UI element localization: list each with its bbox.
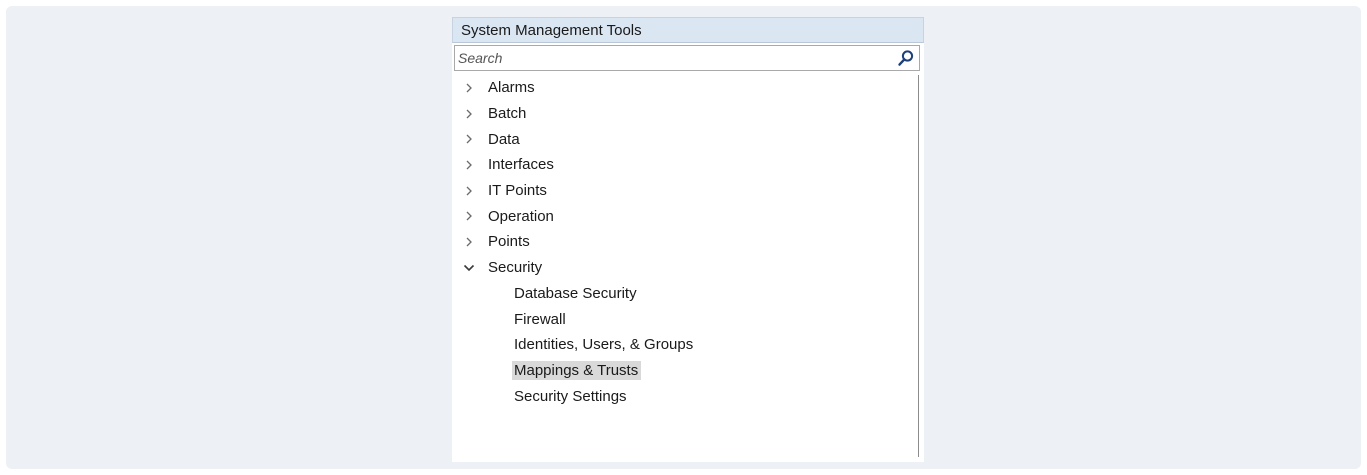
tree-item-label: Operation [488, 207, 554, 225]
tree-item-interfaces[interactable]: Interfaces [452, 152, 918, 178]
system-management-tools-panel: System Management Tools Alarms Batch Dat… [452, 17, 924, 462]
tree-item-label: IT Points [488, 182, 547, 200]
tree-item-mappings-trusts[interactable]: Mappings & Trusts [452, 358, 918, 384]
tree-child-label: Identities, Users, & Groups [514, 336, 694, 354]
tree-item-label: Alarms [488, 79, 535, 97]
chevron-right-icon[interactable] [462, 209, 476, 223]
tree-child-label: Mappings & Trusts [512, 360, 642, 380]
search-icon[interactable] [897, 49, 915, 67]
tree-item-label: Data [488, 130, 520, 148]
chevron-right-icon[interactable] [462, 107, 476, 121]
panel-header: System Management Tools [452, 17, 924, 43]
chevron-right-icon[interactable] [462, 158, 476, 172]
tree-child-label: Database Security [514, 284, 637, 302]
tree-item-operation[interactable]: Operation [452, 203, 918, 229]
search-box [454, 45, 920, 71]
tree-item-identities-users-groups[interactable]: Identities, Users, & Groups [452, 332, 918, 358]
chevron-right-icon[interactable] [462, 81, 476, 95]
tool-tree: Alarms Batch Data Interfaces IT Points O… [452, 75, 919, 457]
tree-child-label: Security Settings [514, 387, 627, 405]
tree-item-security[interactable]: Security [452, 255, 918, 281]
tree-item-firewall[interactable]: Firewall [452, 306, 918, 332]
tree-item-batch[interactable]: Batch [452, 101, 918, 127]
tree-item-label: Batch [488, 105, 527, 123]
tree-child-label: Firewall [514, 310, 566, 328]
chevron-down-icon[interactable] [462, 261, 476, 275]
tree-item-data[interactable]: Data [452, 126, 918, 152]
tree-item-alarms[interactable]: Alarms [452, 75, 918, 101]
panel-title: System Management Tools [461, 21, 642, 39]
chevron-right-icon[interactable] [462, 184, 476, 198]
chevron-right-icon[interactable] [462, 132, 476, 146]
tree-item-label: Security [488, 259, 543, 277]
tree-item-it-points[interactable]: IT Points [452, 178, 918, 204]
tree-item-points[interactable]: Points [452, 229, 918, 255]
tree-item-security-settings[interactable]: Security Settings [452, 383, 918, 409]
chevron-right-icon[interactable] [462, 235, 476, 249]
tree-item-label: Points [488, 233, 530, 251]
search-input[interactable] [458, 47, 878, 69]
tree-item-label: Interfaces [488, 156, 554, 174]
tree-item-database-security[interactable]: Database Security [452, 281, 918, 307]
